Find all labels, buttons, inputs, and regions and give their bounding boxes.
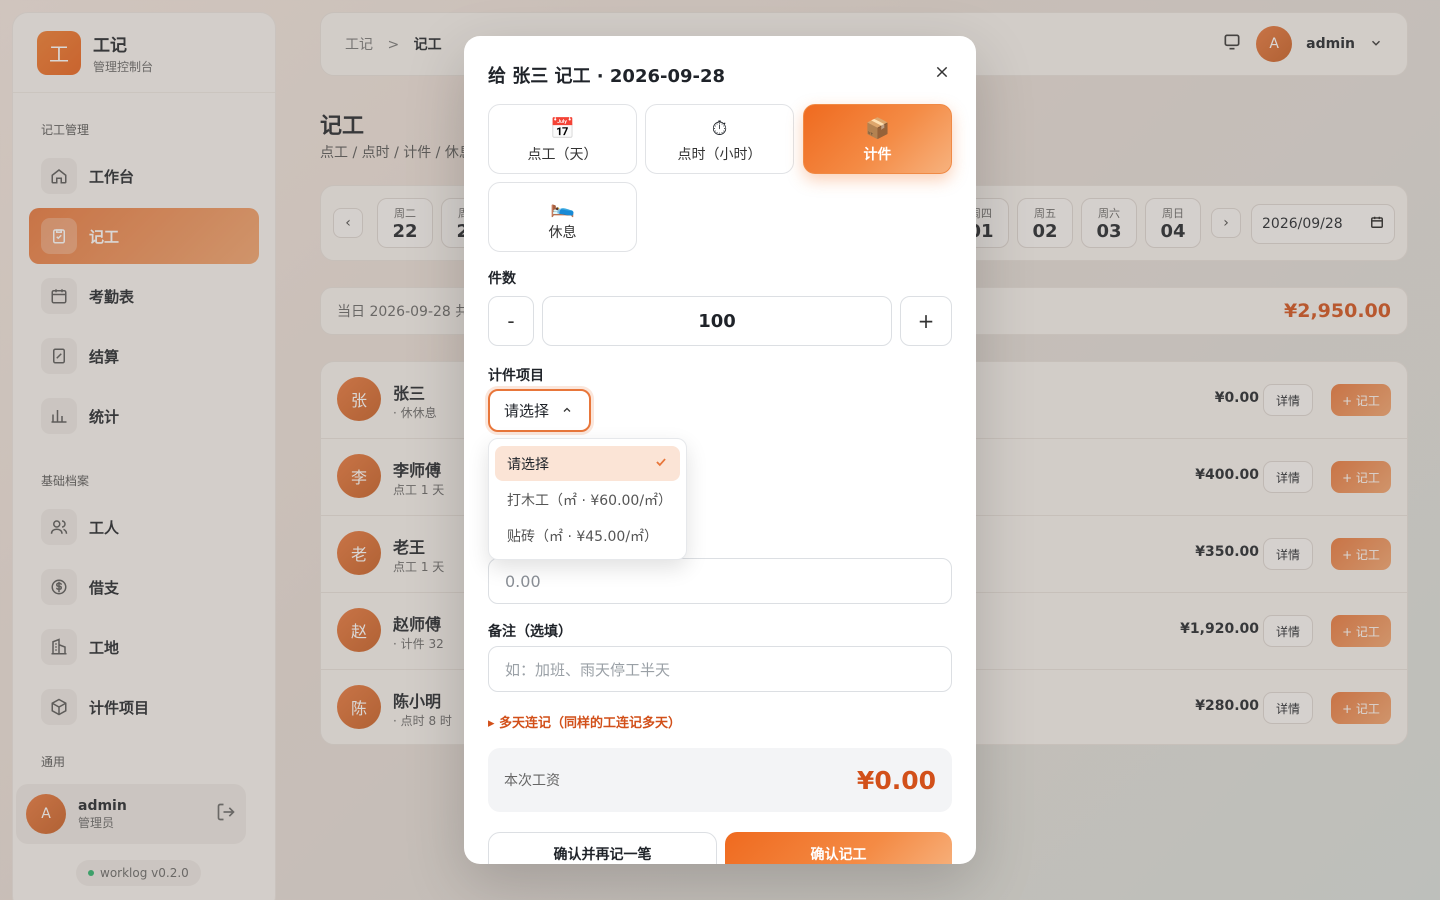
quantity-input[interactable]: 100	[542, 296, 892, 346]
note-label: 备注（选填）	[488, 624, 572, 640]
modal-title: 给 张三 记工 · 2026-09-28	[488, 66, 726, 87]
type-rest-card[interactable]: 🛌 休息	[488, 182, 637, 252]
select-value: 请选择	[504, 402, 550, 420]
record-work-modal: 给 张三 记工 · 2026-09-28 📅 点工（天） ⏱ 点时（小时） 📦 计件 🛌 休息…	[464, 36, 976, 864]
type-label: 计件	[863, 147, 892, 163]
type-day-card[interactable]: 📅 点工（天）	[488, 104, 637, 174]
confirm-button[interactable]: 确认记工	[725, 832, 952, 864]
wage-summary: 本次工资 ¥0.00	[488, 748, 952, 812]
multi-day-toggle[interactable]: ▸ 多天连记（同样的工连记多天）	[488, 712, 681, 731]
piece-item-dropdown: 请选择打木工（㎡ · ¥60.00/㎡） 贴砖（㎡ · ¥45.00/㎡）	[488, 438, 687, 560]
increment-button[interactable]: +	[900, 296, 952, 346]
type-piece-card[interactable]: 📦 计件	[803, 104, 952, 174]
decrement-button[interactable]: -	[488, 296, 534, 346]
chevron-up-icon	[561, 402, 573, 420]
package-icon: 📦	[865, 116, 890, 140]
type-label: 点时（小时）	[677, 147, 762, 163]
qty-label: 件数	[488, 271, 516, 287]
option-label: 请选择	[507, 456, 549, 473]
option-label: 打木工（㎡ · ¥60.00/㎡）	[507, 492, 673, 509]
bed-icon: 🛌	[550, 194, 575, 218]
type-hour-card[interactable]: ⏱ 点时（小时）	[645, 104, 794, 174]
stopwatch-icon: ⏱	[711, 116, 728, 140]
wage-label: 本次工资	[504, 773, 560, 789]
dropdown-option[interactable]: 打木工（㎡ · ¥60.00/㎡）	[495, 482, 680, 517]
dropdown-option[interactable]: 请选择	[495, 446, 680, 481]
piece-item-label: 计件项目	[488, 368, 544, 384]
amount-input[interactable]: 0.00	[488, 558, 952, 604]
option-label: 贴砖（㎡ · ¥45.00/㎡）	[507, 528, 659, 545]
close-icon	[934, 64, 950, 84]
confirm-and-continue-button[interactable]: 确认并再记一笔	[488, 832, 717, 864]
dropdown-option[interactable]: 贴砖（㎡ · ¥45.00/㎡）	[495, 518, 680, 553]
close-button[interactable]	[928, 60, 956, 88]
type-label: 点工（天）	[527, 147, 598, 163]
check-icon	[654, 455, 668, 473]
type-label: 休息	[548, 225, 577, 241]
note-input[interactable]: 如：加班、雨天停工半天	[488, 646, 952, 692]
piece-item-select[interactable]: 请选择	[488, 389, 591, 432]
wage-value: ¥0.00	[856, 765, 936, 795]
calendar-icon: 📅	[550, 116, 575, 140]
